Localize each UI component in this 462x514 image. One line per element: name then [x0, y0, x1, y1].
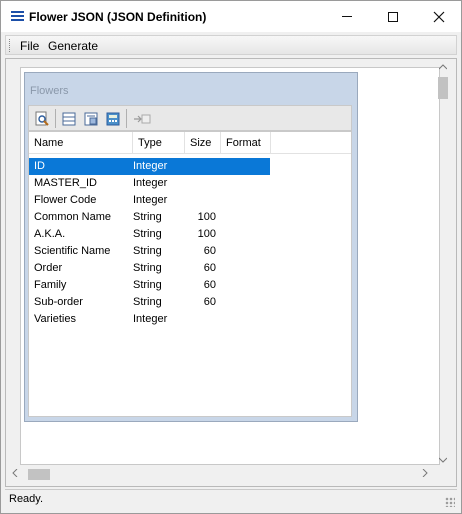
field-name-cell: A.K.A.: [34, 228, 66, 240]
field-type-cell: Integer: [133, 313, 168, 325]
vertical-scroll-thumb[interactable]: [438, 77, 448, 99]
table-row[interactable]: ID Integer: [29, 158, 270, 175]
vertical-scrollbar[interactable]: [434, 59, 451, 464]
grid-view-icon[interactable]: [60, 110, 77, 127]
form-view-icon[interactable]: [82, 110, 99, 127]
scroll-left-icon[interactable]: [12, 468, 18, 479]
field-size-cell: 100: [197, 228, 216, 240]
field-type-cell: Integer: [133, 177, 168, 189]
field-type-cell: String: [133, 296, 162, 308]
field-size-cell: 100: [197, 211, 216, 223]
field-name-cell: ID: [34, 160, 45, 172]
maximize-button[interactable]: [370, 1, 416, 32]
table-row[interactable]: A.K.A. String 100: [29, 226, 270, 243]
column-header-type[interactable]: Type: [133, 132, 185, 154]
field-type-cell: Integer: [133, 160, 168, 172]
toolbar: [28, 105, 352, 131]
field-name-cell: Sub-order: [34, 296, 83, 308]
field-size-cell: 60: [203, 245, 216, 257]
resize-grip-icon[interactable]: [445, 497, 455, 507]
field-type-cell: String: [133, 211, 162, 223]
field-type-cell: String: [133, 279, 162, 291]
field-grid[interactable]: Name Type Size Format ID Integer MASTER_ID…: [28, 131, 352, 417]
toolbar-separator: [126, 109, 127, 128]
menu-file[interactable]: File: [20, 39, 39, 53]
column-header-size[interactable]: Size: [185, 132, 221, 154]
child-window-title: Flowers: [30, 85, 69, 97]
minimize-icon: [342, 16, 352, 17]
table-row[interactable]: Varieties Integer: [29, 311, 270, 328]
field-size-cell: 60: [203, 296, 216, 308]
status-text: Ready.: [9, 493, 44, 505]
scroll-down-icon[interactable]: [438, 455, 448, 465]
close-button[interactable]: [416, 1, 462, 32]
field-type-cell: String: [133, 245, 162, 257]
field-name-cell: Order: [34, 262, 63, 274]
field-type-cell: String: [133, 262, 162, 274]
grid-header: Name Type Size Format: [29, 132, 351, 154]
field-name-cell: Scientific Name: [34, 245, 111, 257]
column-header-name[interactable]: Name: [29, 132, 133, 154]
scroll-up-icon[interactable]: [438, 62, 448, 72]
preview-icon[interactable]: [33, 110, 50, 127]
horizontal-scrollbar[interactable]: [6, 465, 435, 482]
menu-generate[interactable]: Generate: [48, 39, 98, 53]
table-row[interactable]: MASTER_ID Integer: [29, 175, 270, 192]
table-row[interactable]: Common Name String 100: [29, 209, 270, 226]
minimize-button[interactable]: [324, 1, 370, 32]
table-row[interactable]: Scientific Name String 60: [29, 243, 270, 260]
horizontal-scroll-thumb[interactable]: [28, 469, 50, 480]
menu-grip[interactable]: [9, 39, 11, 52]
field-type-cell: String: [133, 228, 162, 240]
calculator-icon[interactable]: [104, 110, 121, 127]
child-window-flowers[interactable]: Flowers Name Type Size Format ID Integer…: [24, 72, 358, 422]
scroll-right-icon[interactable]: [422, 468, 428, 479]
field-type-cell: Integer: [133, 194, 168, 206]
title-bar[interactable]: Flower JSON (JSON Definition): [1, 1, 461, 32]
field-name-cell: Varieties: [34, 313, 76, 325]
column-header-format[interactable]: Format: [221, 132, 271, 154]
status-bar: Ready.: [5, 489, 457, 509]
app-menu-icon[interactable]: [11, 11, 24, 22]
field-name-cell: Flower Code: [34, 194, 97, 206]
field-name-cell: Family: [34, 279, 67, 291]
field-size-cell: 60: [203, 262, 216, 274]
mdi-workspace: Flowers Name Type Size Format ID Integer…: [20, 67, 440, 465]
toolbar-separator: [55, 109, 56, 128]
field-name-cell: Common Name: [34, 211, 112, 223]
table-row[interactable]: Flower Code Integer: [29, 192, 270, 209]
goto-icon[interactable]: [132, 110, 152, 127]
menu-bar: File Generate: [5, 35, 457, 55]
table-row[interactable]: Sub-order String 60: [29, 294, 270, 311]
field-size-cell: 60: [203, 279, 216, 291]
close-icon: [433, 11, 445, 22]
field-name-cell: MASTER_ID: [34, 177, 97, 189]
maximize-icon: [388, 11, 398, 22]
table-row[interactable]: Family String 60: [29, 277, 270, 294]
client-area: Flowers Name Type Size Format ID Integer…: [5, 58, 457, 487]
app-window: Flower JSON (JSON Definition) File Gener…: [0, 0, 462, 514]
table-row[interactable]: Order String 60: [29, 260, 270, 277]
window-title: Flower JSON (JSON Definition): [29, 10, 207, 24]
